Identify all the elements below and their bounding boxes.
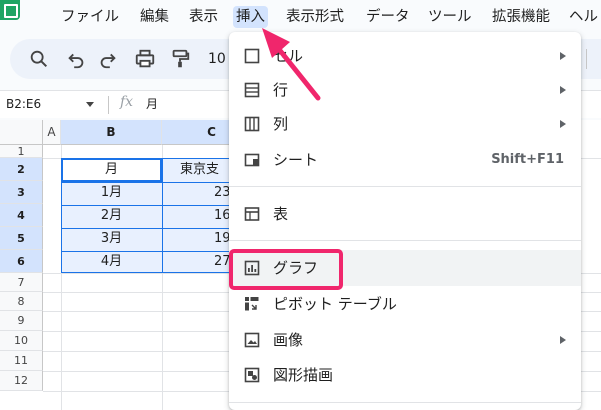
menu-item-pivot-table[interactable]: ピボット テーブル: [229, 286, 581, 322]
cell-b2[interactable]: 月: [61, 158, 162, 181]
row-header-11[interactable]: 11: [0, 351, 43, 371]
pivot-table-icon: [245, 297, 259, 311]
column-header-a[interactable]: A: [43, 120, 61, 145]
row-header-2[interactable]: 2: [0, 158, 43, 181]
row-header-8[interactable]: 8: [0, 292, 43, 311]
menu-item-row[interactable]: 行: [229, 72, 581, 108]
menu-format[interactable]: 表示形式: [283, 6, 347, 28]
fx-icon: fx: [120, 94, 134, 110]
row-header-5[interactable]: 5: [0, 227, 43, 250]
menu-insert[interactable]: 挿入: [233, 6, 268, 28]
toolbar-divider: [586, 49, 587, 69]
menu-divider: [229, 240, 581, 241]
row-header-9[interactable]: 9: [0, 311, 43, 331]
menu-divider: [229, 402, 581, 403]
insert-menu: セル 行 列 シート Shift+F11 表 グラフ ピボット テーブル 画像 …: [229, 32, 581, 410]
zoom-level[interactable]: 10: [208, 49, 226, 69]
menu-item-label: セル: [273, 47, 304, 65]
image-icon: [244, 332, 260, 348]
menu-item-drawing[interactable]: 図形描画: [229, 357, 581, 393]
menu-item-label: ピボット テーブル: [273, 295, 397, 313]
cell-b3[interactable]: 1月: [61, 181, 162, 204]
redo-icon[interactable]: [97, 48, 119, 70]
cell-b5[interactable]: 3月: [61, 227, 162, 250]
menu-file[interactable]: ファイル: [58, 6, 122, 28]
menu-item-label: シート: [273, 151, 319, 169]
menu-item-cell[interactable]: セル: [229, 38, 581, 74]
menu-item-table[interactable]: 表: [229, 196, 581, 232]
row-header-4[interactable]: 4: [0, 204, 43, 227]
cell-icon: [244, 48, 260, 64]
menu-data[interactable]: データ: [363, 6, 413, 28]
paint-format-icon[interactable]: [169, 48, 191, 70]
submenu-arrow-icon: [560, 120, 566, 128]
sheet-icon: [244, 153, 260, 167]
menu-item-label: 図形描画: [273, 366, 334, 384]
menu-item-label: 表: [273, 205, 289, 223]
menu-item-column[interactable]: 列: [229, 106, 581, 142]
row-header-10[interactable]: 10: [0, 331, 43, 351]
undo-icon[interactable]: [65, 48, 87, 70]
row-header-6[interactable]: 6: [0, 250, 43, 273]
menu-item-sheet[interactable]: シート Shift+F11: [229, 142, 581, 178]
menu-item-label: 行: [273, 81, 289, 99]
row-header-3[interactable]: 3: [0, 181, 43, 204]
name-box[interactable]: B2:E6: [6, 96, 41, 112]
menu-extensions[interactable]: 拡張機能: [489, 6, 553, 28]
print-icon[interactable]: [134, 48, 156, 70]
menu-tools[interactable]: ツール: [425, 6, 475, 28]
menu-item-image[interactable]: 画像: [229, 322, 581, 358]
menu-item-label: 列: [273, 115, 289, 133]
sheets-logo-icon[interactable]: [0, 0, 20, 20]
cell-b6[interactable]: 4月: [61, 250, 162, 273]
row-header-12[interactable]: 12: [0, 371, 43, 391]
row-header-1[interactable]: 1: [0, 145, 43, 158]
cell-b4[interactable]: 2月: [61, 204, 162, 227]
annotation-highlight-box: [229, 249, 343, 290]
row-icon: [244, 82, 260, 98]
select-all-corner[interactable]: [0, 120, 43, 145]
menu-item-label: 画像: [273, 331, 304, 349]
chevron-down-icon[interactable]: [86, 102, 94, 107]
formula-bar-divider: [108, 96, 109, 114]
menu-divider: [229, 186, 581, 187]
column-icon: [244, 116, 260, 132]
keyboard-shortcut: Shift+F11: [491, 152, 564, 167]
drawing-icon: [244, 367, 260, 383]
submenu-arrow-icon: [560, 86, 566, 94]
table-icon: [244, 207, 260, 221]
menu-edit[interactable]: 編集: [137, 6, 172, 28]
column-header-b[interactable]: B: [61, 120, 162, 145]
row-header-7[interactable]: 7: [0, 273, 43, 292]
formula-input[interactable]: 月: [146, 96, 158, 112]
submenu-arrow-icon: [560, 336, 566, 344]
menubar: ファイル 編集 表示 挿入 表示形式 データ ツール 拡張機能 ヘル: [0, 0, 601, 34]
submenu-arrow-icon: [560, 52, 566, 60]
search-icon[interactable]: [28, 48, 50, 70]
menu-help[interactable]: ヘル: [566, 6, 601, 28]
menu-view[interactable]: 表示: [186, 6, 221, 28]
